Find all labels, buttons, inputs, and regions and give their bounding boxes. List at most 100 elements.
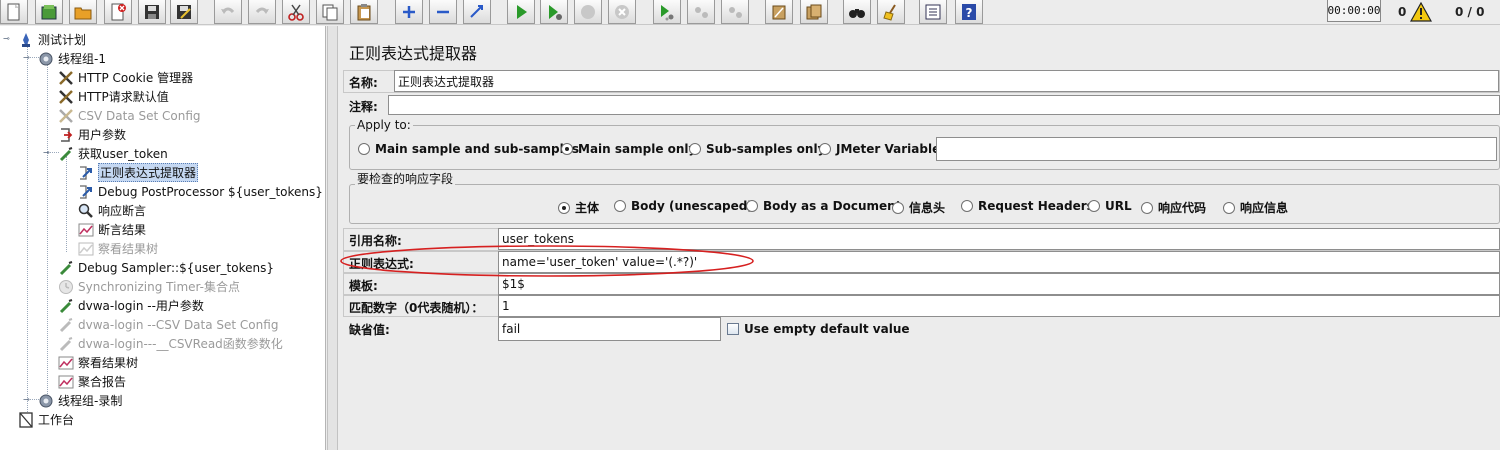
tree-node-dvwa-login-csvread[interactable]: dvwa-login---__CSVRead函数参数化 [58,334,283,353]
redo-button[interactable] [248,0,276,24]
remote-stop-button[interactable] [687,0,715,24]
function-helper-button[interactable] [919,0,947,24]
panel-splitter[interactable] [327,26,338,450]
collapse-icon [437,10,449,13]
sampler-pipette-icon [58,336,74,352]
clear-button[interactable] [765,0,793,24]
radio-jmeter-variable[interactable]: JMeter Variable [819,142,940,156]
tree-node-workbench[interactable]: 工作台 [18,410,74,429]
tree-node-http-request-defaults[interactable]: HTTP请求默认值 [58,87,169,106]
match-no-field[interactable]: 1 [498,295,1500,317]
expand-icon [403,5,415,18]
paste-icon [357,3,371,20]
jmeter-variable-input[interactable] [936,137,1497,161]
expand-button[interactable] [395,0,423,24]
regex-extractor-panel: 正则表达式提取器 名称: 正则表达式提取器 注释: Apply to: Main… [339,26,1500,450]
tree-node-thread-group-1[interactable]: 线程组-1 [38,49,106,68]
test-plan-tree: ⊸ ⊸ ⊸ ⊸ 测试计划 线程组-1 HTTP Cookie 管理器 HTTP请… [0,26,326,450]
radio-response-code[interactable]: 响应代码 [1141,199,1206,216]
radio-dot [358,143,370,155]
match-no-label: 匹配数字（0代表随机）： [349,301,484,315]
tree-node-csv-data-set-config[interactable]: CSV Data Set Config [58,106,201,125]
template-field[interactable]: $1$ [498,273,1500,295]
tree-node-dvwa-login-user-params[interactable]: dvwa-login --用户参数 [58,296,204,315]
tree-node-regex-extractor[interactable]: 正则表达式提取器 [78,163,199,182]
radio-headers[interactable]: 信息头 [892,199,945,216]
save-button[interactable] [138,0,166,24]
tree-node-view-results-tree-disabled[interactable]: 察看结果树 [78,239,158,258]
radio-main-and-sub-samples[interactable]: Main sample and sub-samples [358,142,579,156]
remote-start-button[interactable] [653,0,681,24]
radio-main-sample-only[interactable]: Main sample only [561,142,696,156]
toggle-button[interactable] [463,0,491,24]
radio-dot [1088,200,1100,212]
tree-node-view-results-tree[interactable]: 察看结果树 [58,353,138,372]
stop-button[interactable] [574,0,602,24]
tree-node-user-parameters[interactable]: 用户参数 [58,125,126,144]
remote-shutdown-button[interactable] [721,0,749,24]
tree-node-assertion-results[interactable]: 断言结果 [78,220,146,239]
radio-dot [819,143,831,155]
paste-button[interactable] [350,0,378,24]
tree-node-test-plan[interactable]: 测试计划 [18,30,86,49]
copy-button[interactable] [316,0,344,24]
regex-field[interactable]: name='user_token' value='(.*?)' [498,251,1500,273]
config-tools-icon [58,108,74,124]
help-button[interactable]: ? [955,0,983,24]
undo-button[interactable] [214,0,242,24]
tree-node-get-user-token[interactable]: 获取user_token [58,144,168,163]
new-file-button[interactable] [0,0,28,24]
radio-dot [1141,201,1153,214]
name-field[interactable]: 正则表达式提取器 [394,70,1499,92]
main-toolbar: ? 00:00:00 0 0 / 0 [0,0,1500,25]
use-empty-default-checkbox[interactable]: Use empty default value [727,322,910,336]
reset-search-broom-button[interactable] [877,0,905,24]
radio-body-unescaped[interactable]: Body (unescaped) [614,199,753,213]
thread-group-gear-icon [38,51,54,67]
open-folder-button[interactable] [69,0,97,24]
save-icon [145,4,159,19]
listener-graph-icon [78,222,94,238]
search-binoculars-button[interactable] [843,0,871,24]
sampler-pipette-icon [58,317,74,333]
radio-body[interactable]: 主体 [558,199,599,216]
comment-field[interactable] [388,95,1500,115]
apply-to-title: Apply to: [355,118,413,132]
radio-sub-samples-only[interactable]: Sub-samples only [689,142,825,156]
radio-dot [746,200,758,212]
function-helper-icon [925,4,941,19]
tree-node-http-cookie-manager[interactable]: HTTP Cookie 管理器 [58,68,193,87]
shutdown-button[interactable] [608,0,636,24]
tree-node-thread-group-recording[interactable]: 线程组-录制 [38,391,122,410]
tree-node-synchronizing-timer[interactable]: Synchronizing Timer-集合点 [58,277,240,296]
close-button[interactable] [104,0,132,24]
clear-all-button[interactable] [800,0,828,24]
save-as-button[interactable] [170,0,198,24]
radio-request-headers[interactable]: Request Headers [961,199,1094,213]
tree-node-aggregate-report[interactable]: 聚合报告 [58,372,126,391]
radio-body-as-document[interactable]: Body as a Document [746,199,901,213]
preprocessor-icon [58,127,74,143]
collapse-button[interactable] [429,0,457,24]
postprocessor-icon [78,184,94,200]
default-value-field[interactable]: fail [498,317,721,341]
cut-button[interactable] [282,0,310,24]
sampler-pipette-icon [58,260,74,276]
radio-dot [614,200,626,212]
close-icon [111,3,126,20]
warning-triangle-icon[interactable] [1410,0,1432,24]
tree-node-debug-postprocessor[interactable]: Debug PostProcessor ${user_tokens} [78,182,323,201]
toggle-icon [470,4,483,18]
test-plan-icon [18,32,34,48]
remote-shutdown-icon [729,6,742,18]
tree-node-dvwa-login-csv[interactable]: dvwa-login --CSV Data Set Config [58,315,278,334]
tree-node-debug-sampler[interactable]: Debug Sampler::${user_tokens} [58,258,274,277]
radio-url[interactable]: URL [1088,199,1132,213]
radio-response-message[interactable]: 响应信息 [1223,199,1288,216]
templates-button[interactable] [35,0,63,24]
tree-node-response-assertion[interactable]: 响应断言 [78,201,146,220]
ref-name-field[interactable]: user_tokens [498,228,1500,250]
name-label: 名称: [349,76,378,90]
start-button[interactable] [507,0,535,24]
start-no-pauses-button[interactable] [540,0,568,24]
